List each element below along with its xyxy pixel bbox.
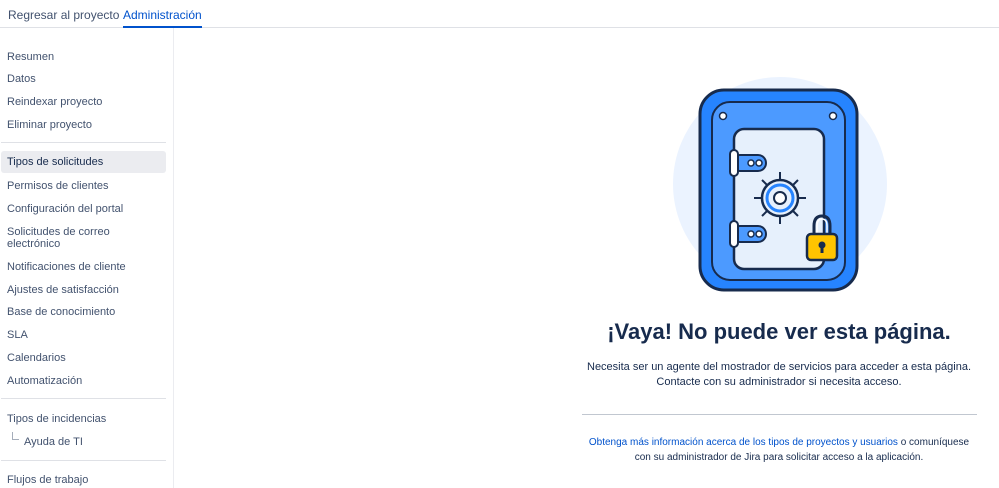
sidebar-item-details[interactable]: Datos [1,73,166,85]
sidebar-divider [1,460,166,461]
sidebar-divider [1,398,166,399]
sidebar-item-reindex[interactable]: Reindexar proyecto [1,96,166,108]
learn-more-link[interactable]: Obtenga más información acerca de los ti… [589,437,898,448]
error-message-line: Contacte con su administrador si necesit… [656,376,902,388]
page-title: ¡Vaya! No puede ver esta página. [607,319,951,344]
help-text-suffix: o comuníquese [897,437,970,448]
locked-vault-illustration [673,77,887,292]
tab-administration[interactable]: Administración [123,0,202,28]
sidebar-item-knowledge-base[interactable]: Base de conocimiento [1,306,166,318]
sidebar-divider [1,142,166,143]
content-divider [582,414,977,415]
sidebar-item-issue-types[interactable]: Tipos de incidencias [1,413,166,425]
sidebar-item-satisfaction[interactable]: Ajustes de satisfacción [1,284,166,296]
sidebar-item-automation[interactable]: Automatización [1,375,166,387]
sidebar-item-request-types[interactable]: Tipos de solicitudes [1,151,166,173]
sidebar: Resumen Datos Reindexar proyecto Elimina… [0,28,174,488]
sidebar-item-workflows[interactable]: Flujos de trabajo [1,474,166,486]
sidebar-item-customer-notifications[interactable]: Notificaciones de cliente [1,261,166,273]
top-navigation: Regresar al proyecto Administración [0,0,999,28]
sidebar-item-summary[interactable]: Resumen [1,51,166,63]
sidebar-item-delete-project[interactable]: Eliminar proyecto [1,119,166,131]
sidebar-item-calendars[interactable]: Calendarios [1,352,166,364]
sidebar-item-email-requests[interactable]: Solicitudes de correo electrónico [1,226,131,250]
sidebar-item-sla[interactable]: SLA [1,329,166,341]
help-text-line2: con su administrador de Jira para solici… [634,452,924,463]
help-text: Obtenga más información acerca de los ti… [574,437,984,448]
sidebar-item-it-help[interactable]: Ayuda de TI [1,436,166,448]
sidebar-item-customer-permissions[interactable]: Permisos de clientes [1,180,166,192]
error-message-line: Necesita ser un agente del mostrador de … [587,361,971,373]
main-content: ¡Vaya! No puede ver esta página. Necesit… [174,28,999,488]
tab-back-to-project[interactable]: Regresar al proyecto [8,0,119,28]
sidebar-item-portal-settings[interactable]: Configuración del portal [1,203,166,215]
